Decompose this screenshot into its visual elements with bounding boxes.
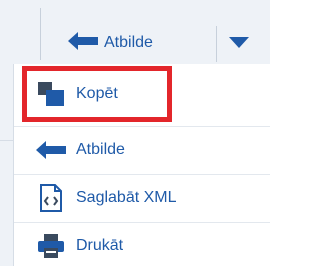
menu-item-label: Kopēt xyxy=(76,85,118,102)
reply-dropdown-button[interactable] xyxy=(226,30,252,56)
menu-item-print[interactable]: Drukāt xyxy=(14,222,270,270)
arrow-left-icon xyxy=(68,31,98,55)
xml-file-icon xyxy=(36,183,66,213)
menu-item-label: Atbilde xyxy=(76,141,125,158)
menu-item-copy[interactable]: Kopēt xyxy=(14,70,270,118)
menu-item-label: Saglabāt XML xyxy=(76,189,177,206)
printer-icon xyxy=(36,231,66,261)
menu-item-save-xml[interactable]: Saglabāt XML xyxy=(14,174,270,222)
arrow-left-icon xyxy=(36,135,66,165)
toolbar-separator xyxy=(40,8,41,60)
menu-item-label: Drukāt xyxy=(76,237,124,254)
actions-dropdown-menu: Kopēt Atbilde Saglabāt XML Drukāt xyxy=(14,64,270,266)
reply-button-label: Atbilde xyxy=(104,34,153,51)
reply-button[interactable]: Atbilde xyxy=(68,30,153,56)
chevron-down-icon xyxy=(229,37,249,49)
split-button-separator xyxy=(216,26,217,62)
menu-item-reply[interactable]: Atbilde xyxy=(14,126,270,174)
copy-icon xyxy=(36,79,66,109)
